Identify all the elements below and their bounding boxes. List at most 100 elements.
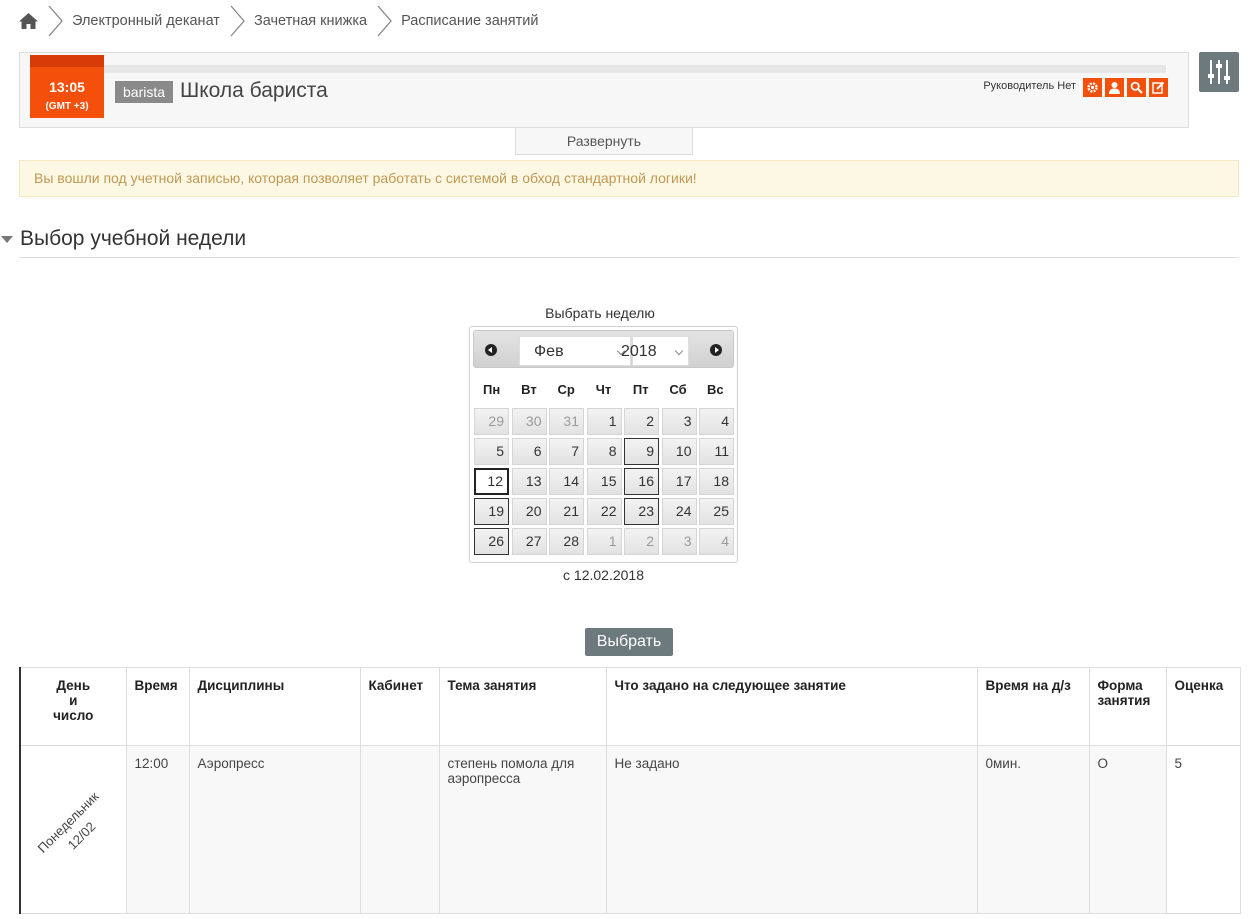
calendar-day[interactable]: 27	[511, 528, 547, 555]
calendar-day[interactable]: 28	[549, 528, 584, 555]
week-calendar: Фев 2018 Пн Вт Ср Чт Пт Сб Вс 29 30 31 1 2 3 4 5 6 7 8 9 1…	[469, 326, 738, 563]
clock-badge: 13:05 (GMT +3)	[30, 55, 104, 118]
calendar-day[interactable]: 14	[549, 468, 584, 495]
school-name: Школа бариста	[180, 79, 328, 102]
calendar-day[interactable]: 23	[624, 498, 659, 525]
cell-homework: Не задано	[605, 745, 978, 914]
calendar-day[interactable]: 13	[511, 468, 547, 495]
table-row: Понедельник 12/02 12:00 Аэропресс степен…	[19, 745, 1241, 914]
calendar-day[interactable]: 12	[474, 468, 509, 495]
calendar-day[interactable]: 3	[661, 528, 697, 555]
col-header-discipline: Дисциплины	[188, 667, 361, 746]
year-value: 2018	[621, 343, 657, 360]
calendar-day[interactable]: 11	[699, 438, 734, 465]
chevron-down-icon	[674, 346, 684, 356]
week-selection-toggle[interactable]: Выбор учебной недели	[0, 224, 246, 254]
cell-time: 12:00	[125, 745, 190, 914]
school-header: 13:05 (GMT +3) barista Школа бариста Рук…	[19, 52, 1189, 128]
weekday-label: Чт	[595, 381, 612, 397]
gear-icon[interactable]	[1083, 78, 1102, 97]
calendar-day[interactable]: 2	[624, 408, 659, 435]
calendar-day[interactable]: 7	[549, 438, 584, 465]
col-header-room: Кабинет	[359, 667, 440, 746]
calendar-day[interactable]: 3	[661, 408, 697, 435]
cell-topic: степень помола для аэропресса	[438, 745, 607, 914]
sliders-icon	[1208, 60, 1230, 84]
col-header-topic: Тема занятия	[438, 667, 607, 746]
col-header-form: Форма занятия	[1088, 667, 1167, 746]
chevron-right-icon	[377, 5, 392, 37]
clock-timezone: (GMT +3)	[45, 101, 89, 112]
cell-discipline[interactable]: Аэропресс	[188, 745, 361, 914]
table-header-row: День и число Время Дисциплины Кабинет Те…	[19, 667, 1241, 746]
selected-week-caption: с 12.02.2018	[563, 567, 644, 583]
weekday-label: Пт	[632, 381, 649, 397]
weekday-label: Сб	[669, 381, 687, 397]
weekday-label: Вс	[707, 381, 724, 397]
calendar-day[interactable]: 20	[511, 498, 547, 525]
calendar-day[interactable]: 6	[511, 438, 547, 465]
calendar-day[interactable]: 26	[474, 528, 509, 555]
warning-alert: Вы вошли под учетной записью, которая по…	[19, 160, 1239, 197]
calendar-day[interactable]: 22	[586, 498, 622, 525]
prev-month-icon[interactable]	[485, 344, 497, 356]
breadcrumb: Электронный деканат Зачетная книжка Расп…	[18, 0, 538, 42]
edit-icon[interactable]	[1149, 78, 1168, 97]
cell-form: О	[1088, 745, 1167, 914]
calendar-day[interactable]: 18	[699, 468, 734, 495]
expand-button[interactable]: Развернуть	[515, 128, 693, 155]
calendar-day[interactable]: 31	[549, 408, 584, 435]
search-icon[interactable]	[1127, 78, 1146, 97]
col-header-hw-time: Время на д/з	[976, 667, 1090, 746]
weekday-header: Пн Вт Ср Чт Пт Сб Вс	[473, 370, 734, 408]
col-header-time: Время	[125, 667, 190, 746]
calendar-day[interactable]: 25	[699, 498, 734, 525]
year-select[interactable]: 2018	[621, 336, 689, 366]
calendar-days: 29 30 31 1 2 3 4 5 6 7 8 9 10 11 12 13 14 15 16 17 18 19 20 21 2…	[474, 408, 734, 555]
calendar-day[interactable]: 2	[624, 528, 659, 555]
choose-button[interactable]: Выбрать	[585, 628, 673, 656]
next-month-icon[interactable]	[710, 344, 722, 356]
calendar-day[interactable]: 30	[511, 408, 547, 435]
header-actions	[1083, 78, 1168, 97]
calendar-day[interactable]: 17	[661, 468, 697, 495]
calendar-day[interactable]: 4	[699, 528, 734, 555]
cell-grade: 5	[1165, 745, 1241, 914]
weekday-label: Вт	[521, 381, 537, 397]
month-select[interactable]: Фев	[519, 336, 631, 366]
calendar-label: Выбрать неделю	[545, 305, 655, 321]
calendar-day[interactable]: 15	[586, 468, 622, 495]
schedule-table: День и число Время Дисциплины Кабинет Те…	[19, 667, 1241, 914]
col-header-homework: Что задано на следующее занятие	[605, 667, 978, 746]
cell-room	[359, 745, 440, 914]
breadcrumb-item-dean[interactable]: Электронный деканат	[72, 13, 220, 29]
cell-day: Понедельник 12/02	[19, 745, 127, 914]
calendar-day[interactable]: 16	[624, 468, 659, 495]
col-header-day: День и число	[19, 667, 127, 746]
weekday-label: Пн	[483, 381, 501, 397]
day-label: Понедельник 12/02	[34, 788, 102, 856]
calendar-day[interactable]: 21	[549, 498, 584, 525]
month-value: Фев	[534, 343, 564, 360]
calendar-day[interactable]: 29	[474, 408, 509, 435]
breadcrumb-item-schedule[interactable]: Расписание занятий	[401, 13, 538, 29]
breadcrumb-item-gradebook[interactable]: Зачетная книжка	[254, 13, 367, 29]
calendar-day[interactable]: 1	[586, 408, 622, 435]
col-header-grade: Оценка	[1165, 667, 1241, 746]
chevron-right-icon	[48, 5, 63, 37]
calendar-day[interactable]: 9	[624, 438, 659, 465]
calendar-day[interactable]: 10	[661, 438, 697, 465]
calendar-day[interactable]: 19	[474, 498, 509, 525]
calendar-day[interactable]: 8	[586, 438, 622, 465]
settings-sliders-button[interactable]	[1199, 52, 1239, 92]
school-code-badge: barista	[115, 81, 174, 103]
weekday-label: Ср	[557, 381, 575, 397]
user-icon[interactable]	[1105, 78, 1124, 97]
calendar-header: Фев 2018	[473, 330, 734, 368]
calendar-day[interactable]: 24	[661, 498, 697, 525]
calendar-day[interactable]: 5	[474, 438, 509, 465]
calendar-day[interactable]: 4	[699, 408, 734, 435]
calendar-day[interactable]: 1	[586, 528, 622, 555]
cell-hw-time: 0мин.	[976, 745, 1090, 914]
home-icon[interactable]	[18, 11, 38, 31]
